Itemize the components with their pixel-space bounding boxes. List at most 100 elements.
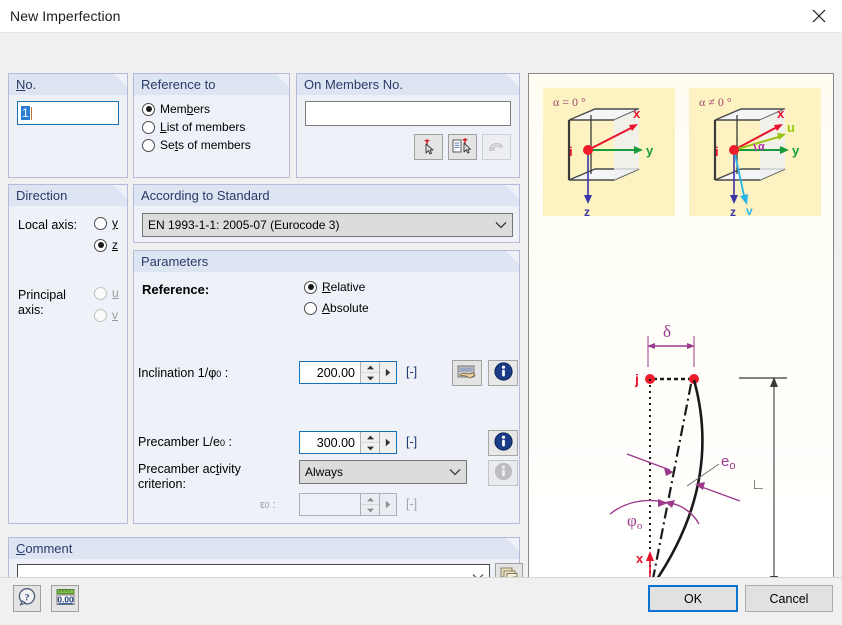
spinner-down-icon	[361, 504, 379, 515]
precamber-unit: [-]	[406, 435, 418, 449]
inclination-info-button[interactable]	[488, 360, 518, 386]
units-button[interactable]: 0.00	[51, 585, 79, 612]
radio-principal-axis-u-indicator	[94, 286, 107, 300]
principal-axis-label: Principal axis:	[18, 288, 66, 317]
inclination-spinner[interactable]	[360, 362, 379, 383]
title-bar: New Imperfection	[0, 0, 842, 33]
spinner-up-icon[interactable]	[361, 432, 379, 442]
magnet-snap-icon	[487, 139, 507, 156]
group-parameters: Parameters Reference: Relative Absolute …	[133, 250, 520, 524]
group-direction-title: Direction	[9, 185, 127, 206]
precambered-member-curve	[651, 379, 704, 586]
info-icon	[493, 362, 513, 384]
reference-label: Reference:	[142, 282, 210, 297]
dimension-delta: δ	[647, 322, 695, 367]
axis-label-x: x	[633, 106, 641, 121]
precamber-value: 300.00	[316, 435, 355, 450]
radio-local-axis-y-indicator	[94, 216, 107, 230]
group-on-members-no: On Members No.	[296, 73, 520, 178]
precamber-info-button[interactable]	[488, 430, 518, 456]
precamber-criterion-info-button	[488, 460, 518, 486]
radio-members-indicator	[142, 102, 155, 116]
inclination-input[interactable]: 200.00	[299, 361, 397, 384]
dimension-length: ∟	[739, 377, 787, 586]
angle-label-alpha: α	[758, 141, 765, 153]
close-button[interactable]	[796, 0, 842, 32]
pick-members-button[interactable]	[414, 134, 443, 160]
radio-principal-axis-u-label: u	[112, 286, 119, 300]
epsilon-more-button	[379, 494, 396, 515]
ok-button[interactable]: OK	[648, 585, 738, 612]
on-members-no-input[interactable]	[305, 101, 511, 126]
spinner-up-icon	[361, 494, 379, 504]
inclination-import-button[interactable]	[452, 360, 482, 386]
dialog-footer: ? 0.00 OK Cancel	[0, 577, 842, 625]
standard-select[interactable]: EN 1993-1-1: 2005-07 (Eurocode 3)	[142, 213, 513, 237]
axis-label-y: y	[792, 143, 800, 158]
inclination-value: 200.00	[316, 365, 355, 380]
precamber-label: Precamber L/e0 :	[138, 435, 232, 449]
close-icon	[812, 9, 826, 23]
precamber-input[interactable]: 300.00	[299, 431, 397, 454]
axis-label-v: v	[746, 204, 753, 218]
radio-principal-axis-u: u	[94, 286, 119, 300]
illustration-panel: α = 0 ° x y z i α ≠ 0 ° x y u z v α i δ …	[528, 73, 834, 593]
inclination-label: Inclination 1/φ0 :	[138, 366, 229, 380]
spinner-down-icon[interactable]	[361, 442, 379, 453]
imperfection-no-value: 1	[21, 106, 30, 120]
pick-members-icon	[419, 137, 439, 158]
ok-button-label: OK	[683, 591, 703, 606]
dimension-label-length: ∟	[751, 476, 766, 493]
cancel-button[interactable]: Cancel	[745, 585, 833, 612]
radio-list-of-members-label: List of members	[160, 120, 246, 134]
axis-label-z: z	[584, 205, 590, 219]
new-imperfection-dialog: New Imperfection No. 1 Reference to Memb…	[0, 0, 842, 625]
magnet-snap-button	[482, 134, 511, 160]
epsilon-value	[300, 494, 360, 515]
precamber-criterion-value: Always	[305, 465, 344, 479]
radio-local-axis-z-indicator	[94, 238, 107, 252]
case-right-label: α ≠ 0 °	[699, 95, 732, 109]
radio-sets-of-members[interactable]: Sets of members	[142, 138, 289, 152]
radio-sets-of-members-indicator	[142, 138, 155, 152]
epsilon-input	[299, 493, 397, 516]
radio-principal-axis-v-indicator	[94, 308, 107, 322]
help-button[interactable]: ?	[13, 585, 41, 612]
radio-local-axis-y[interactable]: y	[94, 216, 118, 230]
imperfection-no-input[interactable]: 1	[17, 101, 119, 125]
axis-label-x: x	[777, 106, 785, 121]
group-according-to-standard: According to Standard EN 1993-1-1: 2005-…	[133, 184, 520, 243]
radio-list-of-members[interactable]: List of members	[142, 120, 289, 134]
epsilon-spinner	[360, 494, 379, 515]
window-title: New Imperfection	[10, 8, 121, 24]
radio-members-label: Members	[160, 102, 211, 116]
pick-members-from-list-button[interactable]	[448, 134, 477, 160]
group-on-members-no-title: On Members No.	[297, 74, 519, 95]
radio-reference-absolute-indicator	[304, 301, 317, 315]
info-icon	[494, 462, 513, 484]
group-no-title: No.	[9, 74, 127, 95]
radio-reference-absolute[interactable]: Absolute	[304, 301, 369, 315]
inclination-more-button[interactable]	[379, 362, 396, 383]
spinner-down-icon[interactable]	[361, 372, 379, 383]
chevron-down-icon	[444, 461, 466, 483]
epsilon-label: ε0 :	[260, 499, 276, 511]
precamber-spinner[interactable]	[360, 432, 379, 453]
group-direction: Direction Local axis: y z Principal axis…	[8, 184, 128, 524]
precamber-criterion-select[interactable]: Always	[299, 460, 467, 484]
radio-reference-relative[interactable]: Relative	[304, 280, 365, 294]
precamber-more-button[interactable]	[379, 432, 396, 453]
radio-members[interactable]: Members	[142, 102, 289, 116]
info-icon	[493, 432, 513, 454]
axis-label-u: u	[787, 120, 795, 135]
local-axis-label: Local axis:	[18, 218, 78, 232]
radio-local-axis-z[interactable]: z	[94, 238, 118, 252]
text-caret	[30, 106, 32, 120]
spinner-up-icon[interactable]	[361, 362, 379, 372]
radio-reference-relative-label: Relative	[322, 280, 366, 294]
imperfection-diagram: α = 0 ° x y z i α ≠ 0 ° x y u z v α i δ …	[543, 88, 821, 592]
standard-select-value: EN 1993-1-1: 2005-07 (Eurocode 3)	[148, 218, 340, 232]
import-from-table-icon	[456, 363, 478, 383]
svg-text:0.00: 0.00	[57, 595, 74, 605]
group-comment-title: Comment	[9, 538, 519, 559]
